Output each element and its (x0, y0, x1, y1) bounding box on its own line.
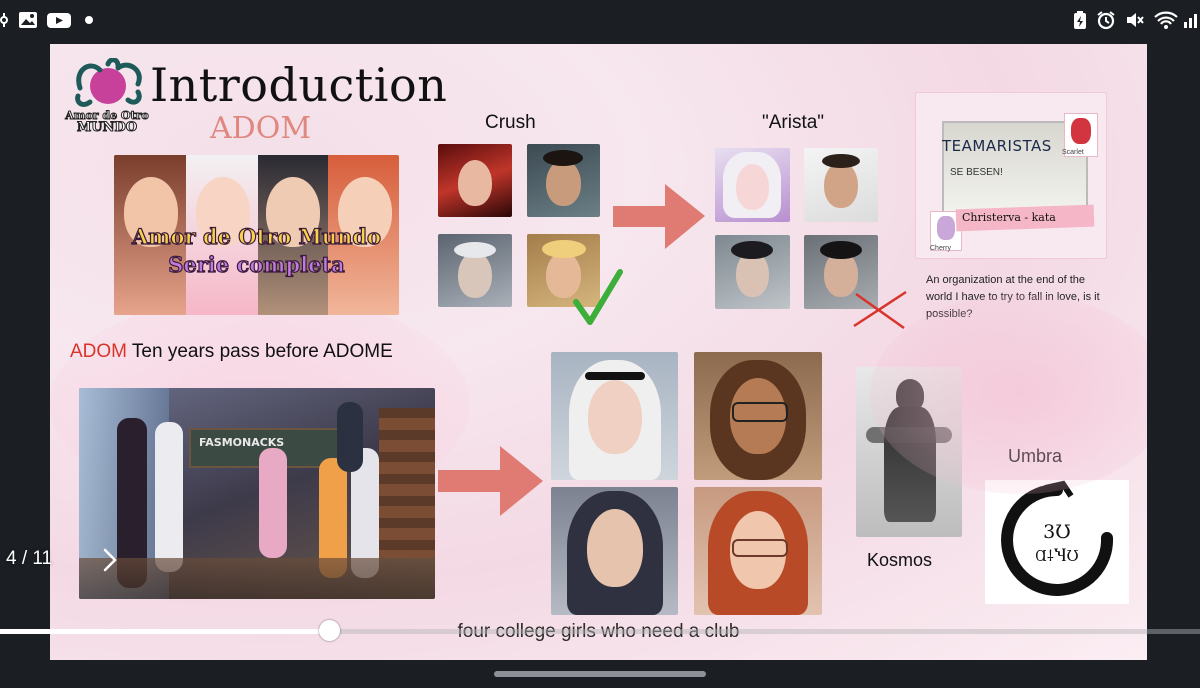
crush-heading: Crush (485, 112, 536, 133)
adom-timeline-text: ADOM Ten years pass before ADOME (70, 341, 393, 363)
alarm-icon (1097, 11, 1115, 30)
umbra-glyph-1: 3Ʊ (1043, 521, 1071, 543)
umbra-emblem-image: 3Ʊ Ɑ⸸ႯƱ (985, 480, 1129, 604)
girl-portrait-3 (551, 487, 678, 615)
arrow-right-icon (438, 446, 543, 516)
arrow-right-icon (613, 184, 705, 249)
logo: Amor de Otro MUNDO (60, 57, 155, 143)
crush-portrait-3 (438, 234, 512, 307)
fan-note-whiteboard: TEAMARISTAS (942, 137, 1052, 155)
progress-thumb[interactable] (318, 620, 340, 641)
fan-note-name-tag: Christerva - kata (962, 211, 1056, 224)
slide-title: Introduction (150, 58, 448, 112)
checkmark-icon (573, 269, 623, 325)
crush-portrait-1 (438, 144, 512, 217)
description-text: An organization at the end of the world … (926, 274, 1100, 320)
dot-icon (85, 16, 93, 24)
signal-icon (1184, 14, 1197, 28)
cross-icon (853, 290, 907, 330)
page-counter: 4 / 11 (6, 548, 53, 569)
battery-icon (1074, 11, 1086, 29)
classroom-illustration: FASMONACKS (79, 388, 435, 599)
arista-portrait-2 (804, 148, 878, 222)
home-indicator[interactable] (494, 671, 706, 677)
umbra-label: Umbra (1008, 446, 1063, 466)
arista-portrait-3 (715, 235, 790, 309)
progress-fill (0, 629, 329, 634)
chevron-right-icon[interactable] (100, 547, 120, 573)
girl-portrait-2 (694, 352, 822, 480)
kosmos-label: Kosmos (867, 550, 933, 570)
fan-note-sticker-1: Scarlet (1062, 149, 1084, 156)
crush-portrait-2 (527, 144, 600, 217)
kosmos-image (856, 367, 962, 537)
gallery-icon (19, 12, 37, 28)
girl-portrait-1 (551, 352, 678, 480)
slide-subtitle: ADOM (210, 111, 312, 146)
fan-note-whiteboard-2: SE BESEN! (950, 167, 1003, 178)
series-cover-image: Amor de Otro Mundo Serie completa (114, 155, 399, 315)
youtube-icon (47, 13, 71, 28)
logo-text-line2: MUNDO (76, 120, 138, 135)
presentation-slide: Amor de Otro MUNDO Introduction ADOM Amo… (50, 44, 1147, 660)
fan-note-sticker-2: Cherry (930, 245, 952, 252)
cover-subtitle: Serie completa (168, 251, 346, 277)
umbra-glyph-2: Ɑ⸸ႯƱ (1035, 547, 1079, 565)
girl-portrait-4 (694, 487, 822, 615)
adom-description: Ten years pass before ADOME (127, 341, 393, 362)
status-bar (0, 0, 1200, 42)
arista-portrait-1 (715, 148, 790, 222)
cover-title: Amor de Otro Mundo (131, 223, 382, 249)
fan-note-image: TEAMARISTAS SE BESEN! Scarlet Cherry Chr… (915, 92, 1107, 259)
adom-label: ADOM (70, 341, 127, 362)
arista-heading: "Arista" (762, 112, 825, 133)
mute-icon (1127, 13, 1144, 27)
wifi-icon (1154, 11, 1178, 29)
settings-icon (0, 13, 8, 27)
